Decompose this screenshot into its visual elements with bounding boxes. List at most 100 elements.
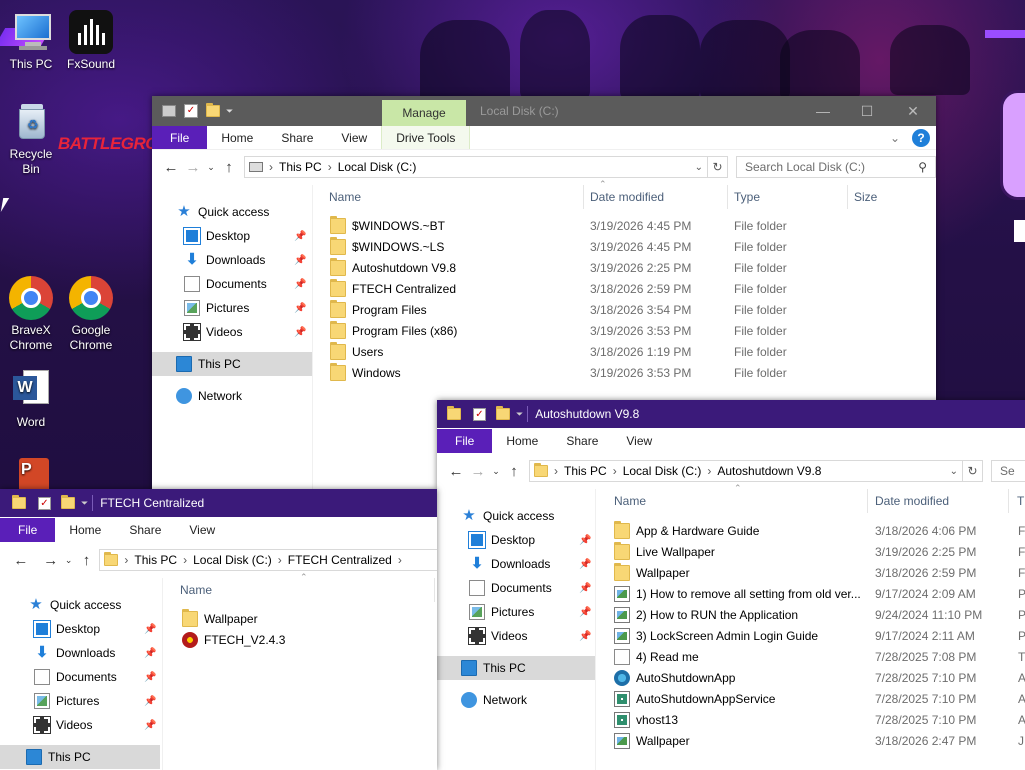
nav-desktop[interactable]: Desktop 📌: [437, 528, 595, 552]
file-row[interactable]: Live Wallpaper 3/19/2026 2:25 PM F: [614, 541, 1025, 562]
tab-file[interactable]: File: [437, 429, 493, 453]
tab-home[interactable]: Home: [55, 518, 115, 542]
column-size[interactable]: Size: [854, 185, 877, 209]
properties-icon[interactable]: ✓: [38, 496, 51, 510]
file-row[interactable]: FTECH Centralized 3/18/2026 2:59 PM File f…: [330, 278, 930, 299]
close-button[interactable]: ✕: [890, 96, 936, 126]
file-row[interactable]: 3) LockScreen Admin Login Guide 9/17/2024…: [614, 625, 1025, 646]
desktop-icon-recycle-bin[interactable]: ♻ Recycle Bin: [0, 100, 62, 177]
new-folder-icon[interactable]: [61, 495, 75, 509]
nav-this-pc[interactable]: This PC: [0, 745, 160, 769]
back-button[interactable]: ←: [160, 156, 182, 178]
properties-icon[interactable]: ✓: [473, 407, 486, 421]
breadcrumb-this-pc[interactable]: This PC: [134, 553, 177, 567]
file-row[interactable]: Users 3/18/2026 1:19 PM File folder: [330, 341, 930, 362]
file-row[interactable]: 1) How to remove all setting from old ve…: [614, 583, 1025, 604]
file-row[interactable]: Wallpaper 3/18/2026 2:59 PM F: [614, 562, 1025, 583]
address-dropdown-icon[interactable]: ⌄: [695, 162, 703, 173]
nav-this-pc[interactable]: This PC: [437, 656, 595, 680]
nav-quick-access[interactable]: ★ Quick access: [437, 504, 595, 528]
back-button[interactable]: ←: [10, 549, 32, 571]
tab-file[interactable]: File: [0, 518, 56, 542]
nav-videos[interactable]: Videos 📌: [0, 713, 160, 737]
nav-quick-access[interactable]: ★ Quick access: [0, 593, 160, 617]
file-row[interactable]: vhost13 7/28/2025 7:10 PM A: [614, 709, 1025, 730]
breadcrumb-autoshutdown[interactable]: Autoshutdown V9.8: [717, 464, 821, 478]
file-row[interactable]: Wallpaper 3/18/2026 2:47 PM JI: [614, 730, 1025, 751]
refresh-button[interactable]: ↻: [963, 460, 983, 482]
tab-view[interactable]: View: [612, 429, 666, 453]
column-type[interactable]: T: [1017, 489, 1024, 513]
nav-pictures[interactable]: Pictures 📌: [437, 600, 595, 624]
minimize-button[interactable]: —: [800, 96, 846, 126]
address-bar[interactable]: › This PC › Local Disk (C:) › FTECH Cent…: [99, 549, 437, 571]
column-type[interactable]: Type: [734, 185, 760, 209]
nav-documents[interactable]: Documents 📌: [437, 576, 595, 600]
file-row[interactable]: 2) How to RUN the Application 9/24/2024 1…: [614, 604, 1025, 625]
tab-drive-tools[interactable]: Drive Tools: [381, 126, 471, 149]
up-button[interactable]: ↑: [76, 549, 98, 571]
tab-home[interactable]: Home: [492, 429, 552, 453]
file-row[interactable]: Wallpaper: [182, 608, 432, 629]
customize-qat-icon[interactable]: ⏷: [81, 498, 88, 509]
file-row[interactable]: Autoshutdown V9.8 3/19/2026 2:25 PM File f…: [330, 257, 930, 278]
breadcrumb-ftech[interactable]: FTECH Centralized: [288, 553, 392, 567]
nav-this-pc[interactable]: This PC: [152, 352, 312, 376]
tab-view[interactable]: View: [327, 126, 381, 149]
recent-locations-button[interactable]: ⌄: [62, 549, 76, 571]
file-row[interactable]: Windows 3/19/2026 3:53 PM File folder: [330, 362, 930, 383]
column-name[interactable]: Name: [329, 185, 361, 209]
address-bar[interactable]: › This PC › Local Disk (C:) › Autoshutdo…: [529, 460, 963, 482]
file-row[interactable]: FTECH_V2.4.3: [182, 629, 432, 650]
up-button[interactable]: ↑: [218, 156, 240, 178]
nav-quick-access[interactable]: ★ Quick access: [152, 200, 312, 224]
file-row[interactable]: 4) Read me 7/28/2025 7:08 PM T: [614, 646, 1025, 667]
file-row[interactable]: Program Files (x86) 3/19/2026 3:53 PM File…: [330, 320, 930, 341]
breadcrumb-local-disk[interactable]: Local Disk (C:): [338, 160, 417, 174]
address-dropdown-icon[interactable]: ⌄: [950, 466, 958, 477]
desktop-icon-this-pc[interactable]: This PC: [0, 10, 62, 72]
new-folder-icon[interactable]: [496, 406, 510, 420]
tab-share[interactable]: Share: [115, 518, 175, 542]
breadcrumb-local-disk[interactable]: Local Disk (C:): [193, 553, 272, 567]
help-icon[interactable]: ?: [912, 129, 930, 147]
tab-view[interactable]: View: [175, 518, 229, 542]
forward-button[interactable]: →: [182, 156, 204, 178]
nav-downloads[interactable]: ⬇ Downloads 📌: [0, 641, 160, 665]
column-date-modified[interactable]: Date modified: [875, 489, 949, 513]
customize-qat-icon[interactable]: ⏷: [226, 106, 233, 117]
file-row[interactable]: $WINDOWS.~LS 3/19/2026 4:45 PM File folder: [330, 236, 930, 257]
tab-share[interactable]: Share: [552, 429, 612, 453]
tab-file[interactable]: File: [152, 126, 208, 149]
forward-button[interactable]: →: [467, 460, 489, 482]
desktop-icon-fxsound[interactable]: FxSound: [60, 10, 122, 72]
nav-network[interactable]: Network: [437, 688, 595, 712]
breadcrumb-this-pc[interactable]: This PC: [279, 160, 322, 174]
desktop-icon-bravex-chrome[interactable]: BraveX Chrome: [0, 276, 62, 353]
nav-downloads[interactable]: ⬇ Downloads 📌: [437, 552, 595, 576]
recent-locations-button[interactable]: ⌄: [489, 460, 503, 482]
properties-icon[interactable]: ✓: [184, 104, 198, 118]
search-input[interactable]: Search Local Disk (C:) ⚲: [736, 156, 936, 178]
nav-network[interactable]: Network: [152, 384, 312, 408]
column-name[interactable]: Name: [180, 578, 212, 602]
tab-share[interactable]: Share: [267, 126, 327, 149]
file-row[interactable]: Program Files 3/18/2026 3:54 PM File folde…: [330, 299, 930, 320]
back-button[interactable]: ←: [445, 460, 467, 482]
nav-documents[interactable]: Documents 📌: [152, 272, 312, 296]
tab-manage[interactable]: Manage: [382, 100, 466, 126]
file-row[interactable]: App & Hardware Guide 3/18/2026 4:06 PM F: [614, 520, 1025, 541]
recent-locations-button[interactable]: ⌄: [204, 156, 218, 178]
breadcrumb-local-disk[interactable]: Local Disk (C:): [623, 464, 702, 478]
nav-pictures[interactable]: Pictures 📌: [0, 689, 160, 713]
expand-ribbon-icon[interactable]: ⌄: [890, 126, 912, 149]
maximize-button[interactable]: ☐: [844, 96, 890, 126]
refresh-button[interactable]: ↻: [708, 156, 728, 178]
forward-button[interactable]: →: [40, 549, 62, 571]
up-button[interactable]: ↑: [503, 460, 525, 482]
nav-pictures[interactable]: Pictures 📌: [152, 296, 312, 320]
column-name[interactable]: Name: [614, 489, 646, 513]
column-date-modified[interactable]: Date modified: [590, 185, 664, 209]
address-bar[interactable]: › This PC › Local Disk (C:) ⌄: [244, 156, 708, 178]
customize-qat-icon[interactable]: ⏷: [516, 409, 523, 420]
